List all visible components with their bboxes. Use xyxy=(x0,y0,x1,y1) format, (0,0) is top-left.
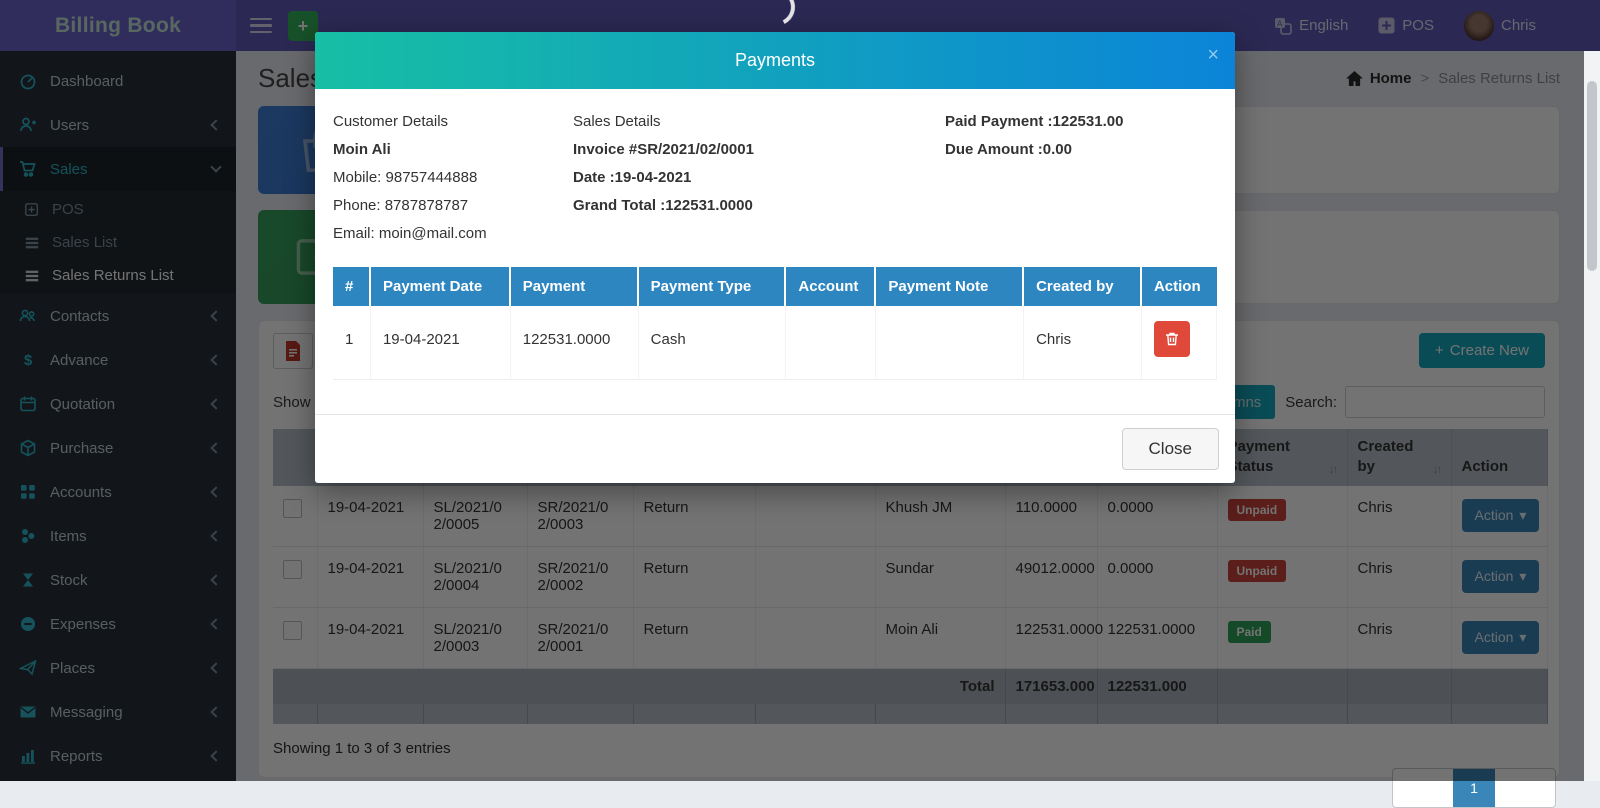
paid-payment: Paid Payment :122531.00 xyxy=(945,111,1217,132)
customer-mobile: Mobile: 98757444888 xyxy=(333,167,573,188)
scrollbar-thumb[interactable] xyxy=(1587,81,1597,271)
sales-details-heading: Sales Details xyxy=(573,111,945,132)
customer-phone: Phone: 8787878787 xyxy=(333,195,573,216)
due-amount: Due Amount :0.00 xyxy=(945,139,1217,160)
payment-row: 1 19-04-2021 122531.0000 Cash Chris xyxy=(333,306,1217,380)
customer-name: Moin Ali xyxy=(333,139,573,160)
payment-summary: Paid Payment :122531.00 Due Amount :0.00 xyxy=(945,111,1217,251)
scrollbar[interactable] xyxy=(1584,51,1600,781)
sales-details: Sales Details Invoice #SR/2021/02/0001 D… xyxy=(573,111,945,251)
grand-total: Grand Total :122531.0000 xyxy=(573,195,945,216)
customer-details-heading: Customer Details xyxy=(333,111,573,132)
delete-payment-button[interactable] xyxy=(1154,321,1190,357)
trash-icon xyxy=(1164,331,1180,347)
payments-modal: Payments × Customer Details Moin Ali Mob… xyxy=(315,32,1235,483)
customer-details: Customer Details Moin Ali Mobile: 987574… xyxy=(333,111,573,251)
close-button[interactable]: Close xyxy=(1122,428,1219,470)
payments-table: # Payment Date Payment Payment Type Acco… xyxy=(333,267,1217,380)
customer-email: Email: moin@mail.com xyxy=(333,223,573,244)
close-icon[interactable]: × xyxy=(1207,45,1219,65)
invoice-number: Invoice #SR/2021/02/0001 xyxy=(573,139,945,160)
modal-header: Payments × xyxy=(315,32,1235,89)
modal-title: Payments xyxy=(735,50,815,71)
payments-header-row: # Payment Date Payment Payment Type Acco… xyxy=(333,267,1217,306)
invoice-date: Date :19-04-2021 xyxy=(573,167,945,188)
